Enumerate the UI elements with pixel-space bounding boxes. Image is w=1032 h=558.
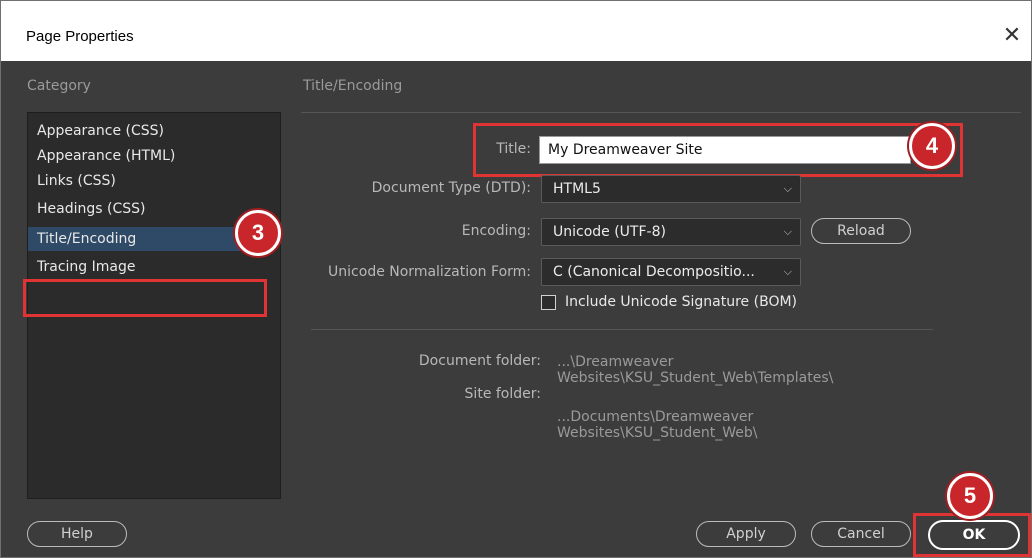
section-divider xyxy=(311,329,933,330)
category-item-links-css[interactable]: Links (CSS) xyxy=(37,169,116,193)
site-folder-label: Site folder: xyxy=(464,386,541,402)
callout-badge-4: 4 xyxy=(909,123,955,169)
doctype-label: Document Type (DTD): xyxy=(371,180,531,196)
category-item-headings-css[interactable]: Headings (CSS) xyxy=(37,197,145,221)
encoding-select[interactable]: Unicode (UTF-8) ⌵ xyxy=(541,218,801,246)
chevron-down-icon: ⌵ xyxy=(783,225,792,238)
callout-highlight-3 xyxy=(23,279,267,317)
doctype-select[interactable]: HTML5 ⌵ xyxy=(541,175,801,203)
bom-checkbox[interactable] xyxy=(541,295,556,310)
site-folder-value: ...Documents\Dreamweaver Websites\KSU_St… xyxy=(557,409,758,441)
callout-highlight-4 xyxy=(473,123,963,177)
category-header: Category xyxy=(27,78,91,94)
bom-checkbox-label[interactable]: Include Unicode Signature (BOM) xyxy=(565,294,797,310)
chevron-down-icon: ⌵ xyxy=(783,265,792,278)
normalization-label: Unicode Normalization Form: xyxy=(328,264,531,280)
callout-highlight-5 xyxy=(913,513,1031,557)
doctype-value: HTML5 xyxy=(553,181,601,197)
chevron-down-icon: ⌵ xyxy=(783,182,792,195)
normalization-value: C (Canonical Decompositio... xyxy=(553,264,755,280)
category-item-tracing-image[interactable]: Tracing Image xyxy=(37,255,135,279)
category-item-title-encoding[interactable]: Title/Encoding xyxy=(28,227,243,251)
document-folder-label: Document folder: xyxy=(418,353,541,369)
apply-button[interactable]: Apply xyxy=(696,521,796,547)
help-button[interactable]: Help xyxy=(27,521,127,547)
encoding-label: Encoding: xyxy=(461,223,531,239)
header-divider xyxy=(301,112,1021,113)
normalization-select[interactable]: C (Canonical Decompositio... ⌵ xyxy=(541,258,801,286)
category-item-appearance-html[interactable]: Appearance (HTML) xyxy=(37,144,175,168)
cancel-button[interactable]: Cancel xyxy=(811,521,911,547)
dialog-body: Category Title/Encoding Appearance (CSS)… xyxy=(1,61,1031,557)
callout-badge-3: 3 xyxy=(235,210,281,256)
close-icon[interactable]: ✕ xyxy=(999,23,1025,49)
title-bar: Page Properties ✕ xyxy=(1,1,1031,61)
window-title: Page Properties xyxy=(26,28,134,45)
reload-button[interactable]: Reload xyxy=(811,218,911,244)
category-item-appearance-css[interactable]: Appearance (CSS) xyxy=(37,119,164,143)
callout-badge-5: 5 xyxy=(947,473,993,519)
section-header: Title/Encoding xyxy=(303,78,403,94)
encoding-value: Unicode (UTF-8) xyxy=(553,224,666,240)
page-properties-dialog: Page Properties ✕ Category Title/Encodin… xyxy=(0,0,1032,558)
document-folder-value: ...\Dreamweaver Websites\KSU_Student_Web… xyxy=(557,354,834,386)
